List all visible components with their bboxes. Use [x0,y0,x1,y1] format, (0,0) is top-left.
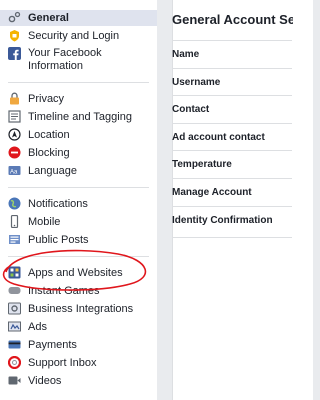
sidebar-item-support-inbox[interactable]: Support Inbox [0,355,157,371]
gear-icon [8,11,21,24]
timeline-icon [8,110,21,123]
sidebar-item-label: Ads [28,321,47,333]
sidebar-item-instant-games[interactable]: Instant Games [0,283,157,299]
facebook-icon [8,47,21,60]
sidebar-item-language[interactable]: Aa Language [0,163,157,179]
sidebar-item-label: Notifications [28,198,88,210]
sidebar-item-general[interactable]: General [0,10,157,26]
sidebar-item-label: Location [28,129,70,141]
games-icon [8,284,21,297]
sidebar-item-label: Business Integrations [28,303,134,315]
sidebar-group: Apps and Websites Instant Games Business I… [0,265,157,389]
sidebar-item-blocking[interactable]: Blocking [0,145,157,161]
videos-icon [8,374,21,387]
blocking-icon [8,146,21,159]
sidebar-item-label: Timeline and Tagging [28,111,132,123]
settings-row-identity-confirmation[interactable]: Identity Confirmation [172,205,292,234]
sidebar-item-videos[interactable]: Videos [0,373,157,389]
sidebar-item-label: Videos [28,375,62,387]
sidebar-item-label: Language [28,165,77,177]
settings-row-ad-account-contact[interactable]: Ad account contact [172,122,292,151]
settings-row-name[interactable]: Name [172,40,292,68]
sidebar-item-label: Your Facebook Information [28,47,102,72]
settings-row-temperature[interactable]: Temperature [172,150,292,178]
page-title: General Account Setti [172,12,293,27]
sidebar-item-public-posts[interactable]: Public Posts [0,232,157,248]
svg-text:Aa: Aa [10,170,18,176]
main-content: General Account Setti NameUsernameContac… [157,0,313,400]
sidebar-group: General Security and Login Your Facebook I… [0,10,157,74]
support-inbox-icon [8,356,21,369]
settings-row-contact[interactable]: Contact [172,95,292,123]
settings-row-manage-account[interactable]: Manage Account [172,178,292,206]
location-icon [8,128,21,141]
lock-icon [8,92,21,105]
sidebar-item-privacy[interactable]: Privacy [0,91,157,107]
globe-icon [8,197,21,210]
sidebar-item-label: Instant Games [28,285,100,297]
sidebar-item-notifications[interactable]: Notifications [0,196,157,212]
sidebar-group: Privacy Timeline and Tagging Location Block… [0,91,157,179]
sidebar-item-label: General [28,12,69,24]
business-integrations-icon [8,302,21,315]
sidebar-item-label: Support Inbox [28,357,97,369]
sidebar-item-mobile[interactable]: Mobile [0,214,157,230]
sidebar-item-label: Blocking [28,147,70,159]
settings-sidebar: General Security and Login Your Facebook I… [0,0,157,400]
sidebar-item-your-facebook-information[interactable]: Your Facebook Information [0,46,157,74]
sidebar-item-label: Public Posts [28,234,89,246]
sidebar-item-ads[interactable]: Ads [0,319,157,335]
apps-icon [8,266,21,279]
sidebar-group: Notifications Mobile Public Posts [0,196,157,248]
sidebar-item-label: Security and Login [28,30,120,42]
ads-icon [8,320,21,333]
mobile-icon [8,215,21,228]
public-posts-icon [8,233,21,246]
sidebar-item-label: Payments [28,339,77,351]
sidebar-separator [8,82,149,83]
payments-icon [8,338,21,351]
shield-icon [8,29,21,42]
sidebar-item-label: Privacy [28,93,65,105]
sidebar-item-security-and-login[interactable]: Security and Login [0,28,157,44]
sidebar-item-label: Mobile [28,216,61,228]
settings-rows-bottom-border [172,237,292,239]
settings-row-username[interactable]: Username [172,67,292,96]
sidebar-item-business-integrations[interactable]: Business Integrations [0,301,157,317]
sidebar-item-label: Apps and Websites [28,267,123,279]
sidebar-separator [8,256,149,257]
sidebar-item-timeline-and-tagging[interactable]: Timeline and Tagging [0,109,157,125]
language-icon: Aa [8,164,21,177]
sidebar-item-location[interactable]: Location [0,127,157,143]
sidebar-separator [8,187,149,188]
sidebar-item-apps-and-websites[interactable]: Apps and Websites [0,265,157,281]
sidebar-item-payments[interactable]: Payments [0,337,157,353]
